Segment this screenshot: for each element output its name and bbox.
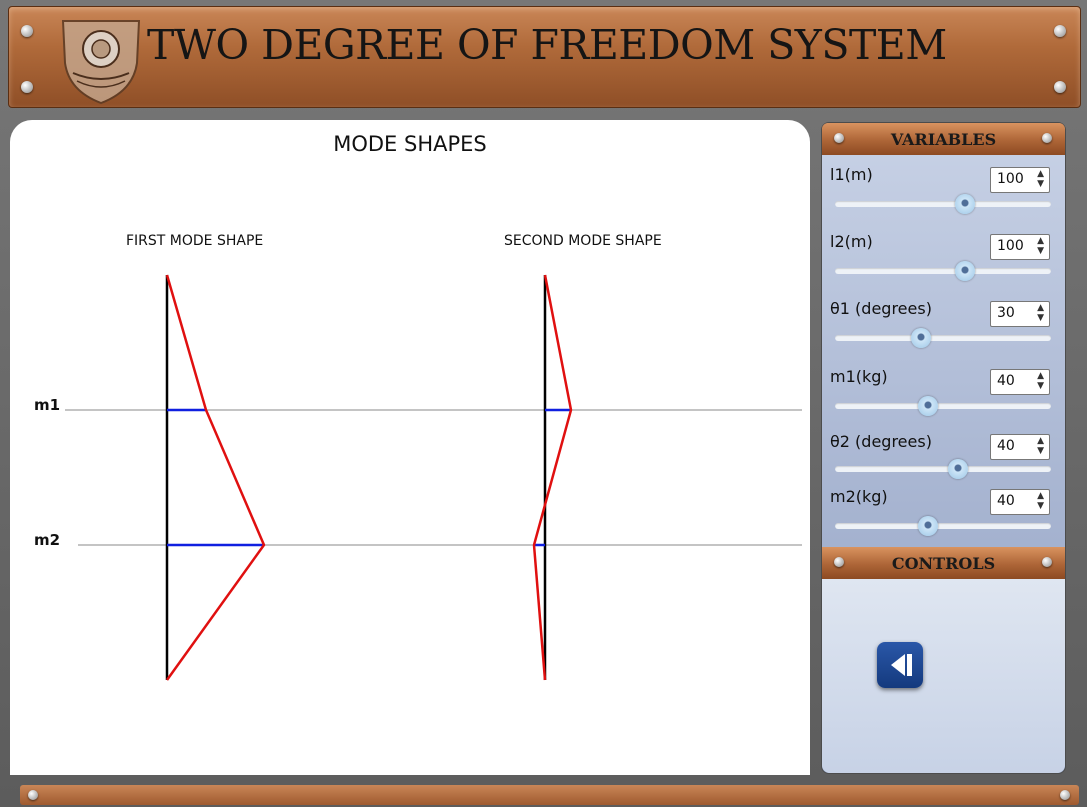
m2-slider[interactable] [835, 516, 1051, 536]
slider-thumb[interactable] [917, 516, 938, 536]
header-bar: TWO DEGREE OF FREEDOM SYSTEM [8, 6, 1081, 108]
variable-theta2: θ2 (degrees) 40 ▲ ▼ [830, 432, 1058, 492]
slider-thumb[interactable] [911, 328, 932, 348]
stepper-arrows-icon[interactable]: ▲ ▼ [1037, 436, 1044, 456]
variables-header: VARIABLES [822, 123, 1065, 155]
first-mode-shape-line [165, 274, 266, 681]
theta2-stepper[interactable]: 40 ▲ ▼ [990, 434, 1050, 460]
controls-area [822, 579, 1065, 773]
variable-label: θ2 (degrees) [830, 432, 932, 451]
rivet-icon [1060, 790, 1070, 800]
stepper-arrows-icon[interactable]: ▲ ▼ [1037, 491, 1044, 511]
slider-thumb[interactable] [948, 459, 969, 479]
controls-header: CONTROLS [822, 547, 1065, 579]
controls-title: CONTROLS [891, 554, 996, 573]
variables-title: VARIABLES [890, 130, 997, 149]
stepper-value: 100 [997, 171, 1024, 187]
stepper-arrows-icon[interactable]: ▲ ▼ [1037, 371, 1044, 391]
m1-stepper[interactable]: 40 ▲ ▼ [990, 369, 1050, 395]
variable-m2: m2(kg) 40 ▲ ▼ [830, 487, 1058, 547]
rivet-icon [21, 81, 33, 93]
theta1-stepper[interactable]: 30 ▲ ▼ [990, 301, 1050, 327]
app-title: TWO DEGREE OF FREEDOM SYSTEM [147, 21, 947, 69]
l1-stepper[interactable]: 100 ▲ ▼ [990, 167, 1050, 193]
variable-label: l1(m) [830, 165, 873, 184]
footer-bar [20, 785, 1079, 805]
mode-shapes-panel: MODE SHAPES FIRST MODE SHAPE SECOND MODE… [10, 120, 810, 775]
variable-l1: l1(m) 100 ▲ ▼ [830, 165, 1058, 225]
rivet-icon [1054, 25, 1066, 37]
variable-label: m1(kg) [830, 367, 888, 386]
theta1-slider[interactable] [835, 328, 1051, 348]
rivet-icon [28, 790, 38, 800]
m1-label: m1 [34, 396, 61, 414]
side-panel: VARIABLES l1(m) 100 ▲ ▼ l2(m) 100 ▲ ▼ θ1 (… [821, 122, 1066, 774]
stepper-value: 40 [997, 493, 1015, 509]
l2-slider[interactable] [835, 261, 1051, 281]
slider-thumb[interactable] [954, 194, 975, 214]
step-back-icon [891, 654, 912, 676]
variable-label: θ1 (degrees) [830, 299, 932, 318]
stepper-value: 30 [997, 305, 1015, 321]
l1-slider[interactable] [835, 194, 1051, 214]
slider-thumb[interactable] [917, 396, 938, 416]
variable-theta1: θ1 (degrees) 30 ▲ ▼ [830, 299, 1058, 359]
institute-logo [61, 20, 141, 105]
variable-m1: m1(kg) 40 ▲ ▼ [830, 367, 1058, 427]
stepper-arrows-icon[interactable]: ▲ ▼ [1037, 236, 1044, 256]
m2-label: m2 [34, 531, 61, 549]
mode-shape-plot [65, 274, 802, 681]
l2-stepper[interactable]: 100 ▲ ▼ [990, 234, 1050, 260]
variable-label: l2(m) [830, 232, 873, 251]
rivet-icon [21, 25, 33, 37]
slider-thumb[interactable] [954, 261, 975, 281]
stepper-value: 40 [997, 438, 1015, 454]
m2-stepper[interactable]: 40 ▲ ▼ [990, 489, 1050, 515]
stepper-value: 40 [997, 373, 1015, 389]
stepper-value: 100 [997, 238, 1024, 254]
rivet-icon [1054, 81, 1066, 93]
variable-l2: l2(m) 100 ▲ ▼ [830, 232, 1058, 292]
stepper-arrows-icon[interactable]: ▲ ▼ [1037, 169, 1044, 189]
second-mode-shape-line [532, 274, 573, 681]
m1-slider[interactable] [835, 396, 1051, 416]
variable-label: m2(kg) [830, 487, 888, 506]
stepper-arrows-icon[interactable]: ▲ ▼ [1037, 303, 1044, 323]
theta2-slider[interactable] [835, 459, 1051, 479]
back-button[interactable] [877, 642, 923, 688]
